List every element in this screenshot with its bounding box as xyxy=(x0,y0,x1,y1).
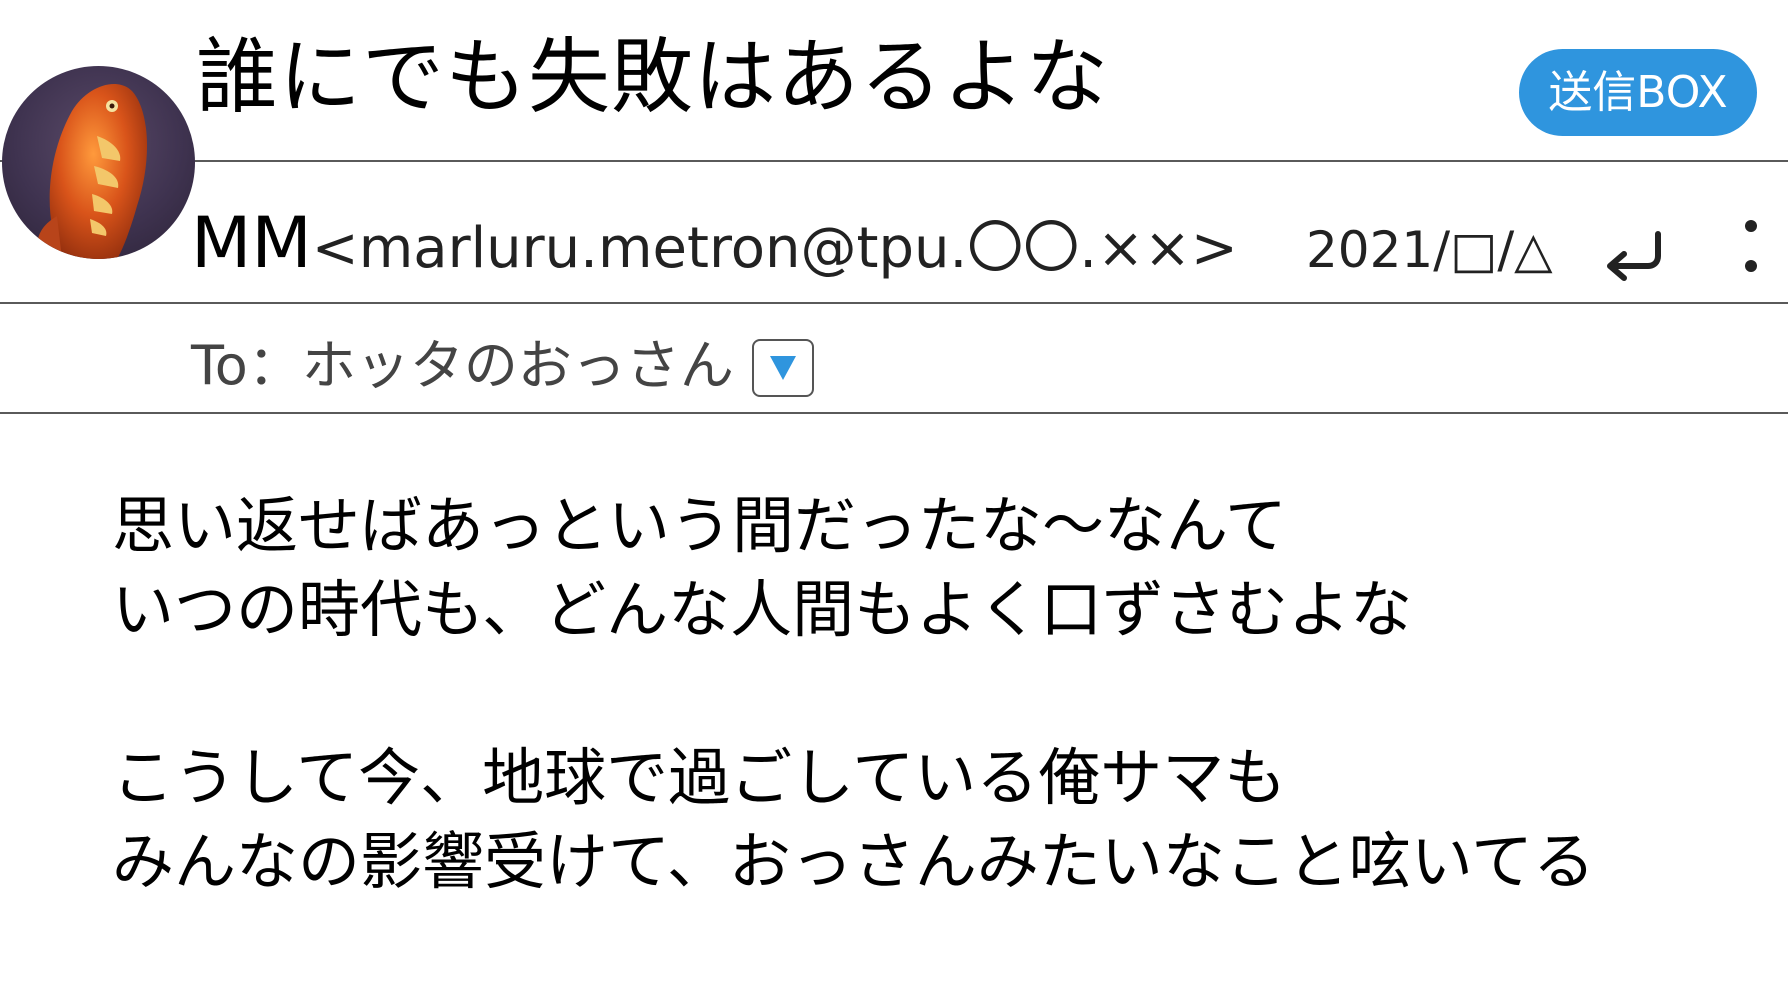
mail-date: 2021/□/△ xyxy=(1306,221,1553,279)
send-box-button[interactable]: 送信BOX xyxy=(1519,49,1757,136)
divider-sender xyxy=(0,302,1788,304)
recipient-dropdown-button[interactable] xyxy=(752,339,814,397)
avatar-creature-icon xyxy=(37,83,148,259)
sender-line: MM<marluru.metron@tpu.〇〇.××> xyxy=(191,203,1238,302)
body-paragraph-1: 思い返せばあっという間だったな～なんて いつの時代も、どんな人間もよく口ずさむよ… xyxy=(112,489,1413,646)
avatar[interactable] xyxy=(2,66,195,259)
more-options-icon[interactable] xyxy=(1731,212,1771,284)
reply-icon[interactable] xyxy=(1600,222,1670,282)
recipient-line: To：ホッタのおっさん xyxy=(191,334,734,397)
divider-subject xyxy=(0,160,1788,162)
body-paragraph-2: こうして今、地球で過ごしている俺サマも みんなの影響受けて、おっさんみたいなこと… xyxy=(112,741,1596,898)
mail-body: 思い返せばあっという間だったな～なんて いつの時代も、どんな人間もよく口ずさむよ… xyxy=(112,484,1595,904)
sender-email: <marluru.metron@tpu.〇〇.××> xyxy=(311,216,1238,281)
sender-name: MM xyxy=(191,202,312,284)
mail-view: 誰にでも失敗はあるよな 送信BOX MM<marluru.metron@tpu.… xyxy=(0,0,1788,991)
dropdown-triangle-icon xyxy=(770,356,796,380)
mail-subject: 誰にでも失敗はあるよな xyxy=(196,30,1110,125)
divider-recipient xyxy=(0,412,1788,414)
